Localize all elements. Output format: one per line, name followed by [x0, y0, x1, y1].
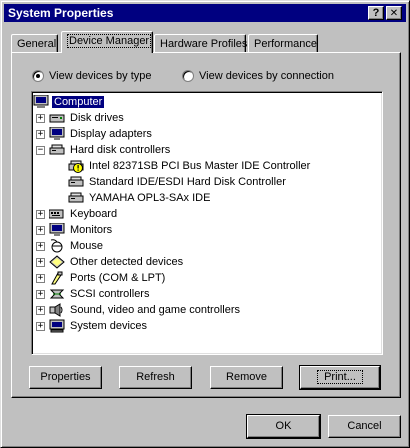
collapse-toggle[interactable]: −	[36, 145, 45, 155]
tree-child-standard-ide-esdi-hard-disk-controller[interactable]: Standard IDE/ESDI Hard Disk Controller	[68, 174, 288, 190]
ok-button-label: OK	[275, 420, 292, 432]
disk-controller-icon	[49, 143, 65, 157]
tab-performance[interactable]: Performance	[248, 34, 318, 53]
tree-item-label: Standard IDE/ESDI Hard Disk Controller	[89, 176, 286, 188]
cancel-button[interactable]: Cancel	[328, 415, 401, 438]
system-device-icon	[49, 319, 65, 333]
expand-toggle[interactable]: +	[36, 113, 45, 123]
tree-root-label: Computer	[52, 96, 105, 108]
view-by-connection-option[interactable]: View devices by connection	[182, 70, 334, 82]
window-title: System Properties	[8, 6, 114, 20]
tree-item-label: System devices	[70, 320, 148, 332]
tree-item-label: Other detected devices	[70, 256, 184, 268]
mouse-icon	[49, 239, 65, 253]
expand-toggle[interactable]: +	[36, 305, 45, 315]
print-button[interactable]: Print...	[299, 365, 381, 390]
ok-button[interactable]: OK	[246, 414, 321, 439]
tab-performance-label: Performance	[254, 38, 317, 50]
expand-toggle[interactable]: +	[36, 257, 45, 267]
disk-drive-icon	[49, 111, 65, 125]
tree-item-label: Display adapters	[70, 128, 152, 140]
tree-item-hard-disk-controllers[interactable]: − Hard disk controllers	[36, 142, 172, 158]
print-button-label: Print...	[317, 370, 363, 384]
tab-general[interactable]: General	[11, 34, 58, 53]
view-by-type-option[interactable]: View devices by type	[32, 70, 152, 82]
refresh-button[interactable]: Refresh	[119, 366, 192, 389]
scsi-icon	[49, 287, 65, 301]
tree-item-ports-com-lpt[interactable]: + Ports (COM & LPT)	[36, 270, 167, 286]
tree-item-label: Ports (COM & LPT)	[70, 272, 166, 284]
tree-item-label: Hard disk controllers	[70, 144, 171, 156]
tree-item-label: Sound, video and game controllers	[70, 304, 240, 316]
expand-toggle[interactable]: +	[36, 289, 45, 299]
tree-item-label: Mouse	[70, 240, 104, 252]
tree-item-label: SCSI controllers	[70, 288, 150, 300]
port-icon	[49, 271, 65, 285]
other-device-icon	[49, 255, 65, 269]
tree-item-other-detected-devices[interactable]: + Other detected devices	[36, 254, 185, 270]
expand-toggle[interactable]: +	[36, 129, 45, 139]
disk-controller-icon	[68, 191, 84, 205]
tab-strip: General Device Manager Hardware Profiles…	[11, 31, 401, 53]
view-by-connection-label: View devices by connection	[199, 70, 334, 82]
tree-item-label: Keyboard	[70, 208, 118, 220]
view-by-type-label: View devices by type	[49, 70, 152, 82]
title-bar[interactable]: System Properties ? ✕	[4, 4, 406, 22]
tree-item-system-devices[interactable]: + System devices	[36, 318, 149, 334]
expand-toggle[interactable]: +	[36, 241, 45, 251]
cancel-button-label: Cancel	[347, 420, 382, 432]
system-properties-window: System Properties ? ✕ General Device Man…	[0, 0, 410, 448]
properties-button[interactable]: Properties	[29, 366, 102, 389]
tree-item-label: Monitors	[70, 224, 113, 236]
device-manager-panel: View devices by type View devices by con…	[11, 52, 401, 398]
monitor-icon	[49, 126, 65, 141]
tree-item-label: YAMAHA OPL3-SAx IDE	[89, 192, 211, 204]
remove-button[interactable]: Remove	[210, 366, 283, 389]
sound-icon	[49, 303, 65, 317]
refresh-button-label: Refresh	[136, 371, 175, 383]
tree-item-monitors[interactable]: + Monitors	[36, 222, 114, 238]
tree-child-intel-82371sb-pci-bus-master-ide-controller[interactable]: Intel 82371SB PCI Bus Master IDE Control…	[68, 158, 312, 174]
help-button[interactable]: ?	[368, 6, 384, 20]
tab-hardware-profiles-label: Hardware Profiles	[160, 38, 248, 50]
properties-button-label: Properties	[40, 371, 91, 383]
tree-item-label: Intel 82371SB PCI Bus Master IDE Control…	[89, 160, 311, 172]
expand-toggle[interactable]: +	[36, 321, 45, 331]
tab-device-manager[interactable]: Device Manager	[61, 31, 153, 53]
tree-item-scsi-controllers[interactable]: + SCSI controllers	[36, 286, 151, 302]
device-tree[interactable]: Computer + Disk drives + Display adapters − H…	[31, 91, 383, 355]
tab-general-label: General	[17, 38, 57, 50]
tab-hardware-profiles[interactable]: Hardware Profiles	[154, 34, 248, 53]
computer-icon	[33, 94, 49, 109]
remove-button-label: Remove	[226, 371, 267, 383]
tab-device-manager-label: Device Manager	[67, 34, 152, 48]
close-button[interactable]: ✕	[386, 6, 402, 20]
expand-toggle[interactable]: +	[36, 209, 45, 219]
tree-child-yamaha-opl3-sax-ide[interactable]: YAMAHA OPL3-SAx IDE	[68, 190, 212, 206]
expand-toggle[interactable]: +	[36, 273, 45, 283]
view-by-connection-radio[interactable]	[182, 70, 194, 82]
monitor-icon	[49, 222, 65, 237]
tree-item-label: Disk drives	[70, 112, 124, 124]
tree-item-keyboard[interactable]: + Keyboard	[36, 206, 119, 222]
keyboard-icon	[48, 207, 65, 221]
tree-item-mouse[interactable]: + Mouse	[36, 238, 105, 254]
expand-toggle[interactable]: +	[36, 225, 45, 235]
tree-item-sound-video-and-game-controllers[interactable]: + Sound, video and game controllers	[36, 302, 242, 318]
tree-item-display-adapters[interactable]: + Display adapters	[36, 126, 154, 142]
view-by-type-radio[interactable]	[32, 70, 44, 82]
tree-root-computer[interactable]: Computer	[33, 94, 105, 110]
warning-controller-icon	[68, 159, 84, 173]
disk-controller-icon	[68, 175, 84, 189]
tree-item-disk-drives[interactable]: + Disk drives	[36, 110, 126, 126]
